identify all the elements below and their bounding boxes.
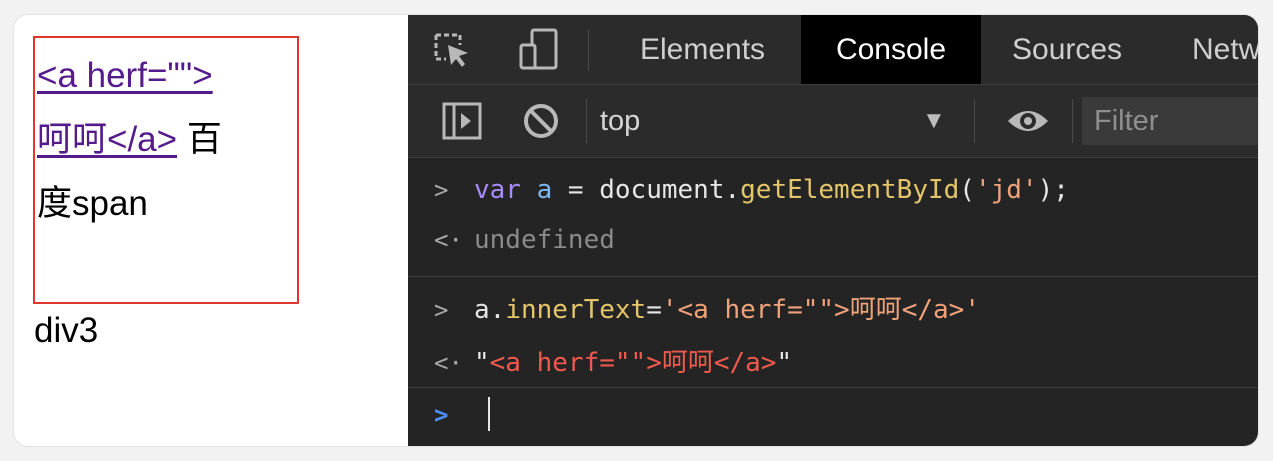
inspect-element-icon[interactable] bbox=[432, 31, 472, 76]
console-output-row: <· "<a herf="">呵呵</a>" bbox=[408, 341, 1258, 385]
console-toolbar: top ▼ bbox=[408, 85, 1258, 158]
context-selector[interactable]: top bbox=[600, 85, 640, 157]
red-bordered-span-box: <a herf=""> 呵呵</a> 百 度span bbox=[33, 36, 299, 304]
filter-input[interactable] bbox=[1082, 97, 1258, 145]
console-code: a.innerText='<a herf="">呵呵</a>' bbox=[474, 295, 980, 325]
input-chevron-icon: > bbox=[434, 176, 449, 204]
toolbar-separator-1 bbox=[586, 99, 587, 143]
console-code: var a = document.getElementById('jd'); bbox=[474, 175, 1069, 205]
context-dropdown-arrow-icon[interactable]: ▼ bbox=[922, 85, 946, 157]
device-toolbar-icon[interactable] bbox=[518, 27, 562, 76]
console-divider bbox=[408, 387, 1258, 388]
toolbar-separator-2 bbox=[974, 99, 975, 143]
console-result: "<a herf="">呵呵</a>" bbox=[474, 348, 793, 378]
live-expression-icon[interactable] bbox=[1006, 105, 1050, 142]
show-sidebar-icon[interactable] bbox=[442, 102, 482, 145]
text-caret bbox=[488, 397, 490, 431]
rendered-page: <a herf=""> 呵呵</a> 百 度span div3 bbox=[14, 15, 408, 446]
clear-console-icon[interactable] bbox=[522, 102, 560, 145]
output-chevron-icon: <· bbox=[434, 349, 463, 377]
output-chevron-icon: <· bbox=[434, 226, 463, 254]
console-prompt[interactable]: > bbox=[408, 390, 1258, 440]
tab-network[interactable]: Netwo bbox=[1162, 15, 1258, 84]
input-chevron-icon: > bbox=[434, 296, 449, 324]
console-divider bbox=[408, 276, 1258, 277]
console-input-row: > var a = document.getElementById('jd'); bbox=[408, 168, 1258, 212]
devtools-panel: Elements Console Sources Netwo top bbox=[408, 15, 1258, 446]
tabbar-separator bbox=[588, 29, 589, 71]
screenshot-frame: <a herf=""> 呵呵</a> 百 度span div3 Elements… bbox=[14, 15, 1258, 446]
console-output-row: <· undefined bbox=[408, 218, 1258, 262]
console-input-row: > a.innerText='<a herf="">呵呵</a>' bbox=[408, 288, 1258, 332]
console-output: > var a = document.getElementById('jd');… bbox=[408, 158, 1258, 446]
tab-console[interactable]: Console bbox=[801, 15, 981, 84]
console-result: undefined bbox=[474, 225, 615, 255]
div3-text: div3 bbox=[34, 311, 99, 350]
tab-sources[interactable]: Sources bbox=[982, 15, 1152, 84]
text-after-link: 百 bbox=[186, 120, 222, 159]
tab-elements[interactable]: Elements bbox=[610, 15, 795, 84]
devtools-tabbar: Elements Console Sources Netwo bbox=[408, 15, 1258, 85]
link-line-2[interactable]: 呵呵</a> bbox=[37, 120, 177, 159]
toolbar-separator-3 bbox=[1072, 99, 1073, 143]
link-line-1[interactable]: <a herf=""> bbox=[37, 56, 213, 95]
prompt-chevron-icon: > bbox=[434, 401, 449, 429]
text-line-3: 度span bbox=[37, 184, 148, 223]
